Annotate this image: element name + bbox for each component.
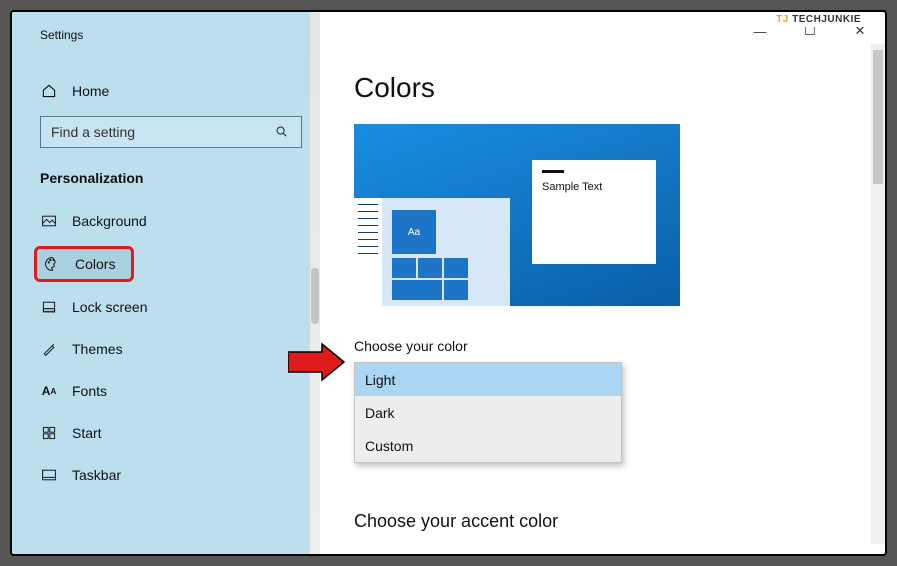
picture-icon — [40, 212, 58, 230]
sidebar-item-label: Colors — [75, 256, 115, 272]
watermark: TJ TECHJUNKIE — [770, 12, 867, 27]
sidebar-item-label: Background — [72, 213, 147, 229]
palette-icon — [43, 255, 61, 273]
section-heading: Personalization — [40, 148, 320, 200]
sidebar-item-label: Start — [72, 425, 102, 441]
home-nav[interactable]: Home — [40, 72, 320, 110]
preview-start-menu: Aa — [354, 198, 510, 306]
dropdown-option-custom[interactable]: Custom — [355, 429, 621, 462]
watermark-prefix: TJ — [776, 14, 789, 25]
sidebar-item-fonts[interactable]: AA Fonts — [34, 370, 320, 412]
scrollbar-thumb[interactable] — [311, 268, 319, 324]
themes-icon — [40, 340, 58, 358]
lock-screen-icon — [40, 298, 58, 316]
scrollbar-thumb[interactable] — [873, 50, 883, 184]
home-icon — [40, 82, 58, 100]
preview-window-bar — [542, 170, 564, 173]
search-placeholder: Find a setting — [51, 124, 135, 140]
sidebar: Settings Home Find a setting Personaliza… — [12, 12, 320, 554]
annotation-arrow — [288, 342, 348, 382]
home-label: Home — [72, 83, 109, 99]
color-mode-dropdown[interactable]: Light Dark Custom — [354, 362, 622, 463]
sidebar-item-label: Themes — [72, 341, 123, 357]
main-panel: Colors Aa Sample Text Choose — [320, 12, 885, 554]
watermark-text: TECHJUNKIE — [792, 14, 861, 25]
choose-color-label: Choose your color — [354, 306, 851, 362]
preview-tile: Aa — [392, 210, 436, 254]
preview-tile-grid — [392, 258, 470, 302]
sidebar-item-label: Fonts — [72, 383, 107, 399]
search-input[interactable]: Find a setting — [40, 116, 302, 148]
color-preview: Aa Sample Text — [354, 124, 680, 306]
search-icon — [273, 123, 291, 141]
sidebar-item-colors[interactable]: Colors — [34, 246, 134, 282]
preview-window: Sample Text — [532, 160, 656, 264]
start-icon — [40, 424, 58, 442]
sidebar-item-label: Taskbar — [72, 467, 121, 483]
page-title: Colors — [354, 36, 851, 124]
sidebar-item-start[interactable]: Start — [34, 412, 320, 454]
sidebar-item-background[interactable]: Background — [34, 200, 320, 242]
sidebar-scrollbar[interactable] — [310, 12, 320, 554]
taskbar-icon — [40, 466, 58, 484]
sidebar-item-taskbar[interactable]: Taskbar — [34, 454, 320, 496]
main-scrollbar[interactable] — [871, 44, 885, 544]
sidebar-item-lock-screen[interactable]: Lock screen — [34, 286, 320, 328]
sidebar-item-themes[interactable]: Themes — [34, 328, 320, 370]
dropdown-option-dark[interactable]: Dark — [355, 396, 621, 429]
accent-heading: Choose your accent color — [354, 463, 851, 532]
sidebar-item-label: Lock screen — [72, 299, 147, 315]
settings-window: TJ TECHJUNKIE — ☐ ✕ Settings Home Find a… — [10, 10, 887, 556]
preview-window-text: Sample Text — [542, 181, 646, 193]
app-title: Settings — [40, 26, 320, 72]
preview-rail — [354, 198, 382, 306]
dropdown-option-light[interactable]: Light — [355, 363, 621, 396]
fonts-icon: AA — [40, 382, 58, 400]
